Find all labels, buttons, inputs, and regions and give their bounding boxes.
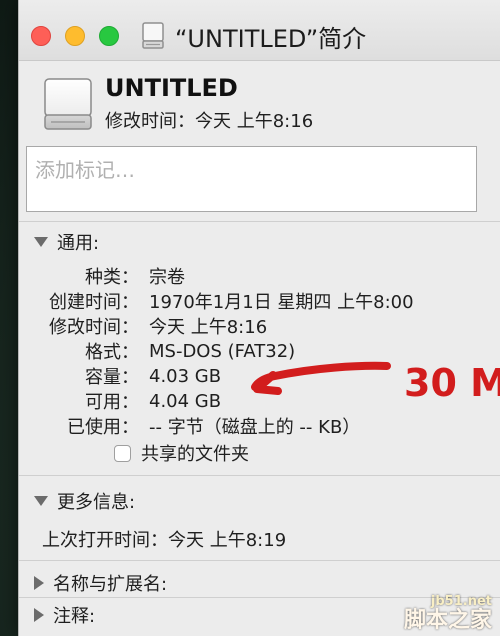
info-row-format: 格式： MS-DOS (FAT32)	[41, 338, 295, 364]
info-value-used: -- 字节（磁盘上的 -- KB）	[149, 417, 361, 438]
info-row-used: 已使用： -- 字节（磁盘上的 -- KB）	[41, 413, 360, 439]
section-divider	[19, 475, 500, 476]
section-divider	[19, 221, 500, 222]
info-row-created: 创建时间： 1970年1月1日 星期四 上午8:00	[41, 288, 414, 314]
summary-section: UNTITLED 修改时间：今天 上午8:16	[19, 60, 500, 142]
disclosure-triangle-icon[interactable]	[34, 608, 44, 622]
info-label-created: 创建时间：	[49, 292, 139, 313]
info-label-kind: 种类：	[85, 267, 139, 288]
zoom-icon[interactable]	[99, 26, 119, 46]
title-bar[interactable]: “UNTITLED”简介	[19, 0, 500, 61]
watermark: jb51.net 脚本之家	[404, 595, 492, 632]
info-row-capacity: 容量： 4.03 GB	[41, 363, 221, 389]
general-section-header[interactable]: 通用:	[34, 229, 99, 255]
window-title-text: “UNTITLED”简介	[175, 24, 367, 53]
disclosure-triangle-icon[interactable]	[34, 237, 48, 247]
drive-icon	[41, 75, 95, 133]
info-value-format: MS-DOS (FAT32)	[149, 340, 296, 362]
info-value-kind: 宗卷	[149, 267, 185, 288]
volume-name: UNTITLED	[105, 74, 238, 102]
info-row-modified: 修改时间： 今天 上午8:16	[41, 313, 267, 339]
section-divider	[19, 560, 500, 561]
more-info-header-label: 更多信息:	[57, 492, 136, 513]
notes-header-label: 注释:	[53, 606, 96, 627]
info-value-modified: 今天 上午8:16	[149, 317, 268, 338]
info-label-format: 格式：	[85, 342, 139, 363]
minimize-icon[interactable]	[65, 26, 85, 46]
notes-section-header[interactable]: 注释:	[34, 602, 95, 628]
disclosure-triangle-icon[interactable]	[34, 496, 48, 506]
info-label-capacity: 容量：	[85, 367, 139, 388]
watermark-brand: 脚本之家	[403, 607, 492, 633]
arrow-icon	[251, 361, 391, 391]
info-label-available: 可用：	[85, 392, 139, 413]
close-icon[interactable]	[31, 26, 51, 46]
modified-summary: 修改时间：今天 上午8:16	[105, 111, 314, 132]
info-label-modified: 修改时间：	[49, 317, 139, 338]
more-info-section-header[interactable]: 更多信息:	[34, 488, 135, 514]
info-value-available: 4.04 GB	[149, 390, 222, 412]
name-extension-header-label: 名称与扩展名:	[53, 574, 168, 595]
shared-folder-checkbox-row[interactable]: 共享的文件夹	[114, 440, 249, 466]
info-row-available: 可用： 4.04 GB	[41, 388, 221, 414]
get-info-window: “UNTITLED”简介 UNTITLED 修改时间：今天 上午8:16 添加标…	[18, 0, 500, 636]
last-opened-value: 上次打开时间：今天 上午8:19	[42, 530, 287, 551]
arrow-icon	[253, 371, 282, 395]
general-header-label: 通用:	[57, 233, 100, 254]
info-value-capacity: 4.03 GB	[149, 365, 222, 387]
annotation-text: 30 M	[404, 361, 500, 405]
info-label-used: 已使用：	[67, 417, 139, 438]
drive-icon	[141, 21, 165, 51]
checkbox-icon[interactable]	[114, 444, 131, 462]
window-title: “UNTITLED”简介	[141, 18, 366, 54]
watermark-domain: jb51.net	[430, 594, 492, 610]
name-extension-section-header[interactable]: 名称与扩展名:	[34, 570, 167, 596]
shared-folder-label: 共享的文件夹	[141, 444, 249, 465]
disclosure-triangle-icon[interactable]	[34, 576, 44, 590]
info-row-kind: 种类： 宗卷	[41, 263, 185, 289]
tags-input[interactable]: 添加标记…	[26, 146, 477, 212]
tags-placeholder: 添加标记…	[35, 158, 135, 182]
info-value-created: 1970年1月1日 星期四 上午8:00	[149, 292, 414, 313]
